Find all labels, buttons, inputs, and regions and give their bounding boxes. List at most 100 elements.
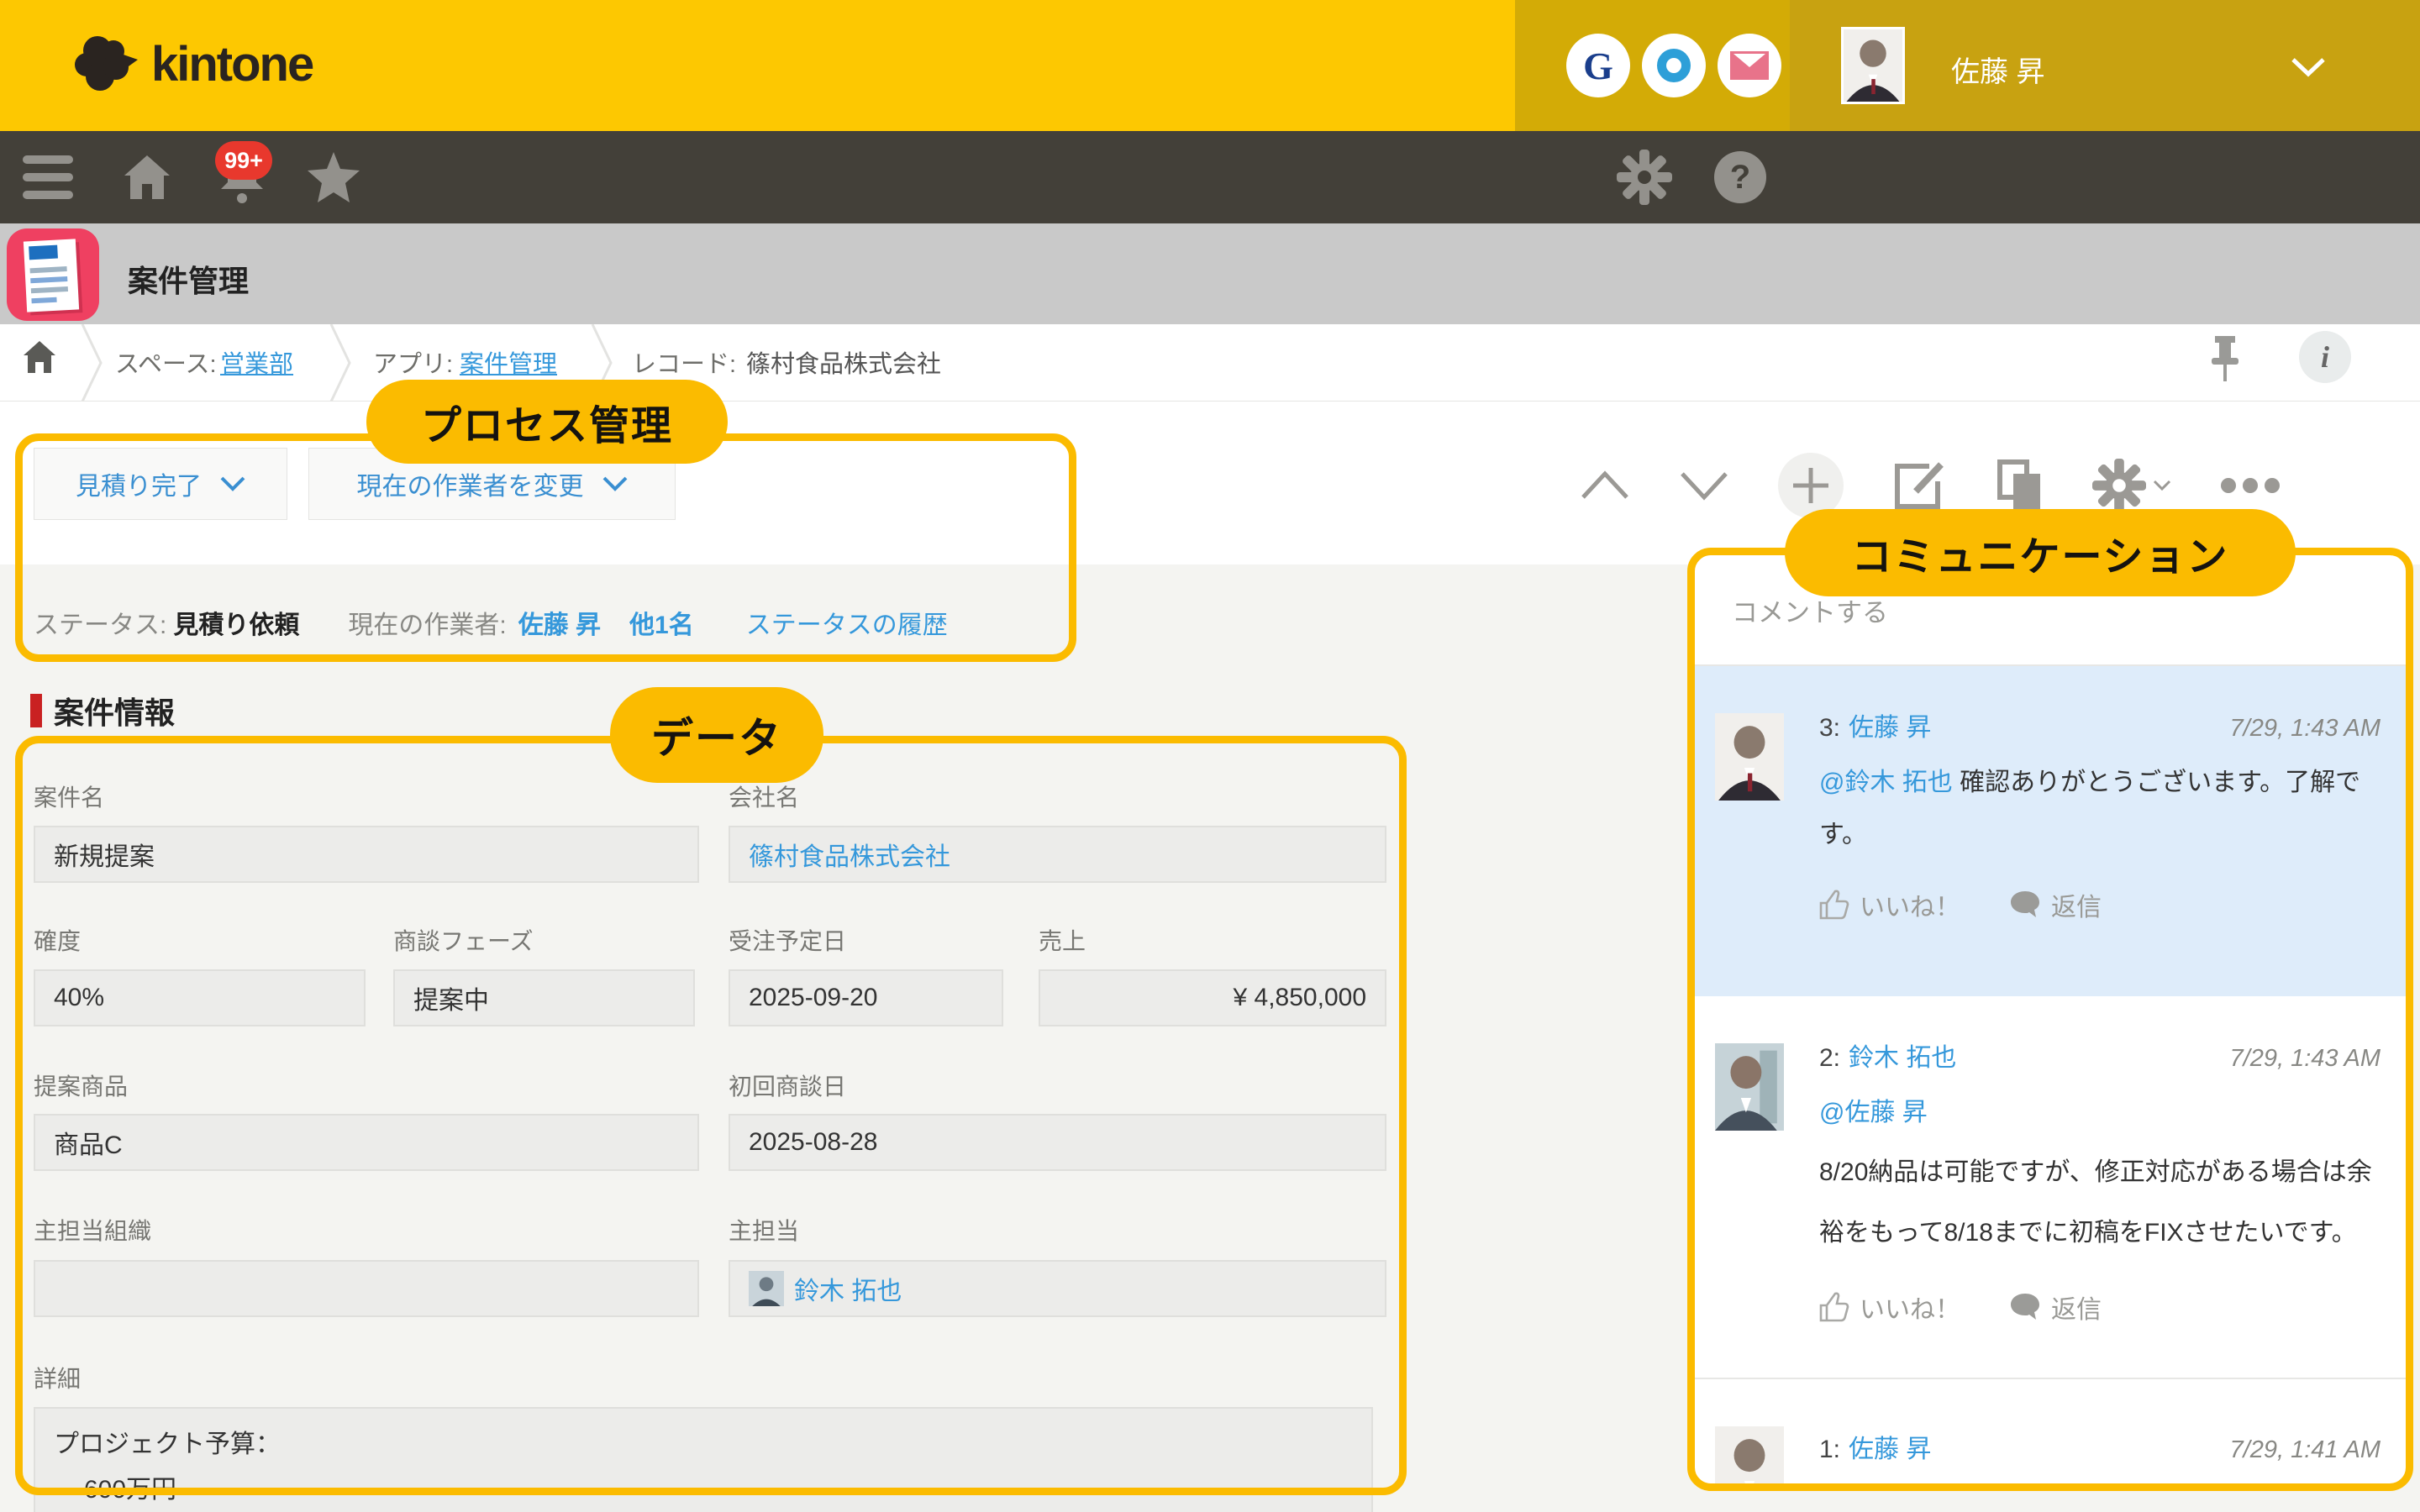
user-menu-chevron-icon[interactable] <box>2291 57 2326 81</box>
field-value-product: 商品C <box>34 1114 699 1171</box>
settings-gear-icon[interactable] <box>1615 131 1674 223</box>
chevron-down-icon <box>602 476 628 491</box>
breadcrumb-space-label: スペース: <box>115 344 217 380</box>
home-icon[interactable] <box>122 131 172 223</box>
status-history-link[interactable]: ステータスの履歴 <box>746 604 948 641</box>
breadcrumb: スペース: 営業部 アプリ: 案件管理 レコード: 篠村食品株式会社 i <box>0 324 2420 402</box>
comment-avatar <box>1715 713 1784 801</box>
edit-record-icon[interactable] <box>1892 459 1948 512</box>
user-avatar[interactable] <box>1841 27 1905 104</box>
comment-item: 3: 佐藤 昇 7/29, 1:43 AM @鈴木 拓也 確認ありがとうございま… <box>1695 666 2406 996</box>
comment-item: 2: 鈴木 拓也 7/29, 1:43 AM @佐藤 昇 8/20納品は可能です… <box>1695 996 2406 1379</box>
field-label-phase: 商談フェーズ <box>393 923 534 953</box>
comment-avatar <box>1715 1043 1784 1131</box>
field-label-first-meeting: 初回商談日 <box>729 1068 846 1099</box>
google-icon[interactable]: G <box>1566 34 1630 97</box>
field-label-company: 会社名 <box>729 780 799 810</box>
field-label-detail: 詳細 <box>34 1361 81 1391</box>
comment-avatar <box>1715 1426 1784 1491</box>
owner-link[interactable]: 鈴木 拓也 <box>794 1270 902 1307</box>
field-label-probability: 確度 <box>34 923 81 953</box>
comment-number: 3: <box>1819 714 1840 743</box>
help-icon[interactable]: ? <box>1711 131 1770 223</box>
favorites-star-icon[interactable] <box>304 131 363 223</box>
field-value-sales: ¥ 4,850,000 <box>1039 969 1386 1026</box>
field-value-order-date: 2025-09-20 <box>729 969 1003 1026</box>
hamburger-menu-icon[interactable] <box>22 131 74 223</box>
comment-timestamp: 7/29, 1:43 AM <box>2230 1045 2381 1073</box>
mail-icon[interactable] <box>1718 34 1781 97</box>
field-value-org <box>34 1260 699 1317</box>
duplicate-record-icon[interactable] <box>1996 459 2044 512</box>
comment-author-link[interactable]: 佐藤 昇 <box>1849 706 1931 743</box>
speech-bubble-icon <box>2009 1293 2041 1321</box>
kintone-cloud-icon <box>72 29 145 100</box>
field-value-owner: 鈴木 拓也 <box>729 1260 1386 1317</box>
comment-timestamp: 7/29, 1:41 AM <box>2230 1436 2381 1464</box>
comment-author-link[interactable]: 佐藤 昇 <box>1849 1428 1931 1465</box>
status-label: ステータス: <box>34 604 166 641</box>
breadcrumb-home-icon[interactable] <box>24 341 55 381</box>
notification-count-badge: 99+ <box>215 141 272 180</box>
like-button[interactable]: いいね！ <box>1819 886 1960 923</box>
field-value-company-link[interactable]: 篠村食品株式会社 <box>729 826 1386 883</box>
field-label-product: 提案商品 <box>34 1068 128 1099</box>
comment-number: 2: <box>1819 1044 1840 1073</box>
breadcrumb-record-name: 篠村食品株式会社 <box>746 344 941 380</box>
data-callout-label: データ <box>610 687 823 783</box>
field-value-case-name: 新規提案 <box>34 826 699 883</box>
speech-bubble-icon <box>2009 890 2041 919</box>
section-title: 案件情報 <box>30 689 175 732</box>
user-name[interactable]: 佐藤 昇 <box>1951 49 2044 90</box>
thumbs-up-icon <box>1819 890 1849 920</box>
mention-link[interactable]: @鈴木 拓也 <box>1819 769 1953 796</box>
field-label-owner: 主担当 <box>729 1213 799 1243</box>
comment-timestamp: 7/29, 1:43 AM <box>2230 715 2381 743</box>
info-icon[interactable]: i <box>2299 331 2351 383</box>
app-icon[interactable] <box>7 228 99 321</box>
field-label-order-date: 受注予定日 <box>729 923 846 953</box>
process-action-button[interactable]: 見積り完了 <box>34 448 287 520</box>
app-title: 案件管理 <box>128 257 249 301</box>
comment-item: 1: 佐藤 昇 7/29, 1:41 AM @鈴木 拓也 <box>1695 1379 2406 1491</box>
field-value-phase: 提案中 <box>393 969 695 1026</box>
chevron-down-icon <box>220 476 245 491</box>
comments-panel: コメントする 3: 佐藤 昇 7/29, 1:43 AM @鈴木 拓也 確認あり… <box>1687 548 2413 1491</box>
process-callout-label: プロセス管理 <box>366 380 728 464</box>
communication-callout-label: コミュニケーション <box>1785 509 2296 596</box>
ring-app-icon[interactable] <box>1642 34 1706 97</box>
next-record-icon[interactable] <box>1679 470 1729 501</box>
reply-button[interactable]: 返信 <box>2009 886 2102 923</box>
status-value: 見積り依頼 <box>173 604 299 641</box>
current-worker-link[interactable]: 佐藤 昇 <box>518 604 601 641</box>
pin-icon[interactable] <box>2210 336 2240 391</box>
global-toolbar: 99+ ? <box>0 131 2420 223</box>
reply-button[interactable]: 返信 <box>2009 1289 2102 1326</box>
field-value-probability: 40% <box>34 969 366 1026</box>
comment-author-link[interactable]: 鈴木 拓也 <box>1849 1037 1956 1074</box>
field-value-detail: プロジェクト予算： 600万円 <box>34 1407 1373 1512</box>
chevron-down-icon <box>2153 480 2171 491</box>
current-worker-label: 現在の作業者: <box>348 604 506 641</box>
mention-link[interactable]: @鈴木 拓也 <box>1819 1490 1953 1491</box>
breadcrumb-space-link[interactable]: 営業部 <box>220 344 293 380</box>
field-value-first-meeting: 2025-08-28 <box>729 1114 1386 1171</box>
previous-record-icon[interactable] <box>1580 470 1630 501</box>
like-button[interactable]: いいね！ <box>1819 1289 1960 1326</box>
worker-more-link[interactable]: 他1名 <box>629 604 694 641</box>
breadcrumb-separator-icon <box>329 324 351 406</box>
breadcrumb-app-label: アプリ: <box>373 344 453 380</box>
comment-number: 1: <box>1819 1436 1840 1464</box>
kintone-logo[interactable]: kintone <box>72 29 313 100</box>
top-bar: kintone G 佐藤 昇 <box>0 0 2420 131</box>
breadcrumb-record-label: レコード: <box>632 344 736 380</box>
kintone-record-page: kintone G 佐藤 昇 <box>0 0 2420 1512</box>
mention-link[interactable]: @佐藤 昇 <box>1819 1099 1928 1126</box>
breadcrumb-app-link[interactable]: 案件管理 <box>460 344 557 380</box>
status-row: ステータス: 見積り依頼 現在の作業者: 佐藤 昇 他1名 ステータスの履歴 <box>34 600 948 645</box>
section-marker <box>30 694 42 727</box>
more-options-icon[interactable] <box>2220 477 2281 494</box>
record-settings-gear-icon[interactable] <box>2092 459 2171 512</box>
thumbs-up-icon <box>1819 1292 1849 1322</box>
comment-body: 8/20納品は可能ですが、修正対応がある場合は余裕をもって8/18までに初稿をF… <box>1819 1142 2381 1263</box>
